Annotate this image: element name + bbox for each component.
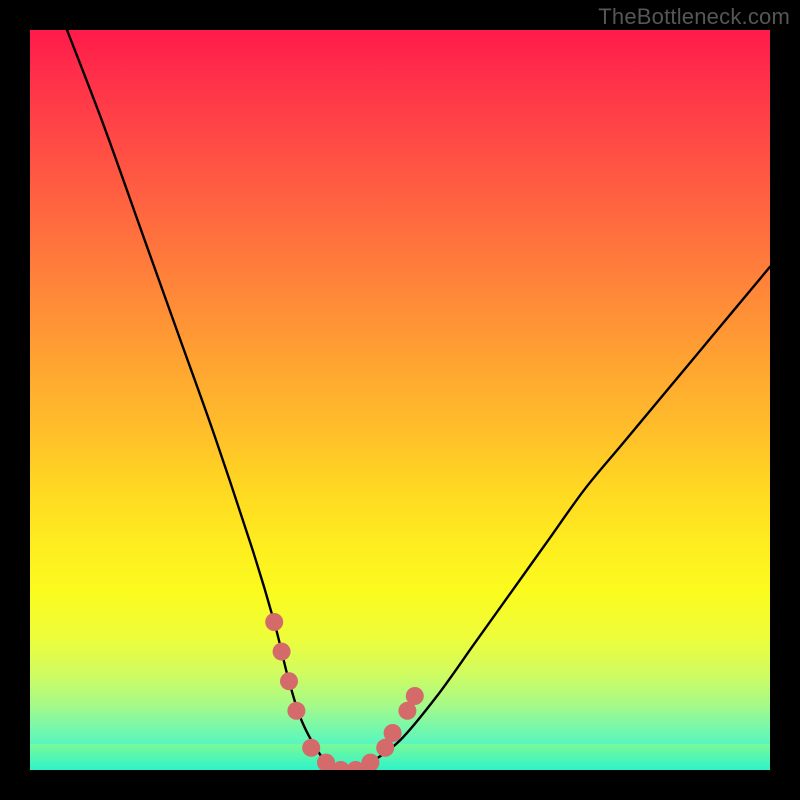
curve-marker <box>265 613 283 631</box>
curve-marker <box>406 687 424 705</box>
curve-marker <box>361 754 379 770</box>
curve-marker <box>302 739 320 757</box>
curve-svg <box>30 30 770 770</box>
bottleneck-curve <box>67 30 770 770</box>
curve-marker <box>287 702 305 720</box>
watermark-text: TheBottleneck.com <box>598 4 790 30</box>
curve-marker <box>384 724 402 742</box>
chart-container: TheBottleneck.com <box>0 0 800 800</box>
curve-marker <box>273 643 291 661</box>
curve-markers <box>265 613 424 770</box>
plot-area <box>30 30 770 770</box>
curve-marker <box>280 672 298 690</box>
